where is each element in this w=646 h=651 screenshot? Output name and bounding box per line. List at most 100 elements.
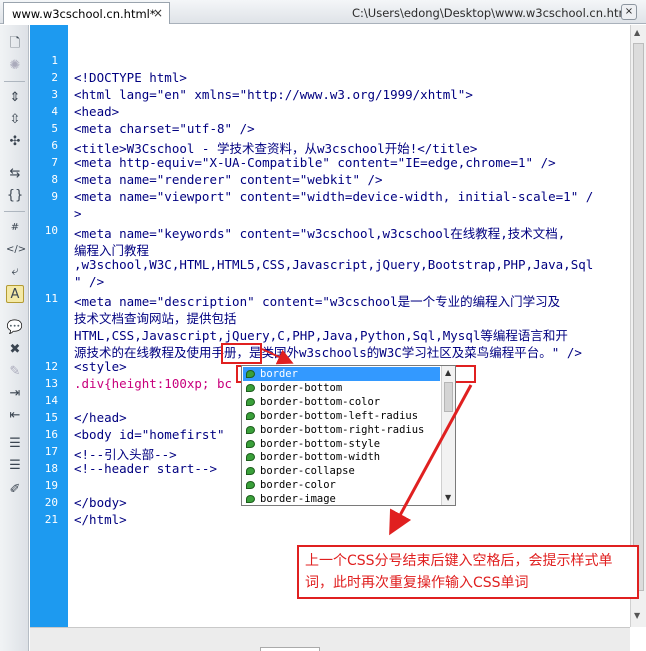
tab-file[interactable]: www.w3cschool.cn.html* × bbox=[3, 2, 170, 24]
line-number: 2 bbox=[51, 71, 58, 84]
line-number: 5 bbox=[51, 122, 58, 135]
tab-bar: www.w3cschool.cn.html* × C:\Users\edong\… bbox=[0, 0, 646, 24]
line-number: 3 bbox=[51, 88, 58, 101]
scroll-up-icon[interactable]: ▲ bbox=[445, 368, 451, 377]
indent-icon[interactable]: ⇥ bbox=[6, 385, 24, 403]
autocomplete-item-label: border-bottom-style bbox=[260, 437, 381, 450]
line-number: 14 bbox=[44, 394, 58, 407]
annotation-note: 上一个CSS分号结束后键入空格后，会提示样式单词，此时再次重复操作输入CSS单词 bbox=[297, 545, 639, 599]
code-line[interactable]: <meta http-equiv="X-UA-Compatible" conte… bbox=[74, 155, 556, 170]
code-line[interactable]: <meta name="viewport" content="width=dev… bbox=[74, 189, 593, 204]
uncomment-icon[interactable]: ✖ bbox=[6, 341, 24, 359]
autocomplete-scrollbar[interactable]: ▲ ▼ bbox=[441, 366, 455, 505]
autocomplete-item-label: border-bottom-color bbox=[260, 395, 381, 408]
line-number: 8 bbox=[51, 173, 58, 186]
code-line[interactable]: <style> bbox=[74, 359, 127, 374]
code-line[interactable]: <meta name="renderer" content="webkit" /… bbox=[74, 172, 383, 187]
code-line[interactable]: </html> bbox=[74, 512, 127, 527]
list-icon[interactable]: ☰ bbox=[6, 435, 24, 453]
outdent-icon[interactable]: ⇤ bbox=[6, 407, 24, 425]
code-line[interactable]: " /> bbox=[74, 274, 104, 289]
autocomplete-item[interactable]: border-collapse bbox=[243, 464, 440, 478]
highlight-icon[interactable]: A bbox=[6, 285, 24, 303]
horizontal-scrollbar[interactable] bbox=[30, 627, 630, 651]
property-icon bbox=[246, 467, 255, 476]
line-number: 17 bbox=[44, 445, 58, 458]
autocomplete-item[interactable]: border-bottom-color bbox=[243, 395, 440, 409]
property-icon bbox=[246, 425, 255, 434]
property-icon bbox=[246, 439, 255, 448]
autocomplete-item-label: border bbox=[260, 368, 298, 380]
gear-icon[interactable]: ✺ bbox=[6, 57, 24, 75]
scroll-up-icon[interactable]: ▲ bbox=[634, 28, 640, 37]
status-field bbox=[260, 647, 320, 651]
line-number: 12 bbox=[44, 360, 58, 373]
code-line[interactable]: > bbox=[74, 206, 82, 221]
toolbar-divider bbox=[4, 81, 25, 82]
autocomplete-item[interactable]: border bbox=[243, 367, 440, 381]
autocomplete-item-label: border-collapse bbox=[260, 465, 355, 478]
autocomplete-item[interactable]: border-bottom-right-radius bbox=[243, 423, 440, 437]
tab-close-icon[interactable]: × bbox=[153, 6, 163, 20]
line-number: 11 bbox=[44, 292, 58, 305]
autocomplete-item-label: border-color bbox=[260, 479, 336, 492]
window-close-icon[interactable]: × bbox=[621, 4, 637, 20]
line-number: 1 bbox=[51, 54, 58, 67]
property-icon bbox=[246, 453, 255, 462]
line-number: 21 bbox=[44, 513, 58, 526]
scrollbar-thumb[interactable] bbox=[444, 382, 453, 412]
autocomplete-item[interactable]: border-bottom-width bbox=[243, 450, 440, 464]
autocomplete-item[interactable]: border-bottom-left-radius bbox=[243, 409, 440, 423]
code-line[interactable]: <!DOCTYPE html> bbox=[74, 70, 187, 85]
line-number: 16 bbox=[44, 428, 58, 441]
autocomplete-item[interactable]: border-color bbox=[243, 478, 440, 492]
line-number: 7 bbox=[51, 156, 58, 169]
code-line[interactable]: .div{height:100xp; bc bbox=[74, 376, 232, 391]
code-line[interactable]: <meta charset="utf-8" /> bbox=[74, 121, 255, 136]
expand-icon[interactable]: ⇕ bbox=[6, 89, 24, 107]
code-editor[interactable]: <!DOCTYPE html> <html lang="en" xmlns="ht… bbox=[68, 25, 630, 627]
left-toolbar: 🗋 ✺ ⇕ ⇳ ✣ ⇆ {} # </> ⤶ A 💬 ✖ ✎ ⇥ ⇤ ☰ ☰ ✐ bbox=[0, 25, 29, 651]
code-line[interactable]: <body id="homefirst" bbox=[74, 427, 225, 442]
property-icon bbox=[246, 397, 255, 406]
tree-icon[interactable]: ✣ bbox=[6, 133, 24, 151]
property-icon bbox=[246, 495, 255, 504]
scroll-down-icon[interactable]: ▼ bbox=[634, 611, 640, 620]
line-number: 19 bbox=[44, 479, 58, 492]
file-path: C:\Users\edong\Desktop\www.w3cschool.cn.… bbox=[352, 6, 633, 20]
line-number: 10 bbox=[44, 224, 58, 237]
file-icon[interactable]: 🗋 bbox=[6, 35, 24, 53]
autocomplete-popup[interactable]: ▲ ▼ border border-bottom border-bottom-col… bbox=[241, 365, 456, 506]
autocomplete-item[interactable]: border-bottom-style bbox=[243, 437, 440, 451]
brush-icon[interactable]: ✐ bbox=[6, 481, 24, 499]
code-line[interactable]: <head> bbox=[74, 104, 119, 119]
pencil-icon[interactable]: ✎ bbox=[6, 363, 24, 381]
code-line[interactable]: ,w3school,W3C,HTML,HTML5,CSS,Javascript,… bbox=[74, 257, 593, 272]
code-line[interactable]: </head> bbox=[74, 410, 127, 425]
wrap-icon[interactable]: ⤶ bbox=[6, 263, 24, 281]
code-line[interactable]: <!--header start--> bbox=[74, 461, 217, 476]
scroll-down-icon[interactable]: ▼ bbox=[445, 493, 451, 502]
code-line[interactable]: 源技术的在线教程及使用手册，是类国外w3schools的W3C学习社区及菜鸟编程… bbox=[74, 342, 582, 361]
toolbar-divider bbox=[4, 211, 25, 212]
line-number: 6 bbox=[51, 139, 58, 152]
code-nav-icon[interactable]: ⇆ bbox=[6, 165, 24, 183]
tag-icon[interactable]: </> bbox=[6, 241, 26, 259]
list-icon[interactable]: ☰ bbox=[6, 457, 24, 475]
hash-icon[interactable]: # bbox=[6, 219, 24, 237]
typed-text-highlight bbox=[221, 343, 262, 364]
vertical-scrollbar[interactable]: ▲ ▼ bbox=[630, 25, 646, 627]
line-number: 20 bbox=[44, 496, 58, 509]
autocomplete-item[interactable]: border-bottom bbox=[243, 381, 440, 395]
autocomplete-item[interactable]: border-image bbox=[243, 492, 440, 506]
line-number: 4 bbox=[51, 105, 58, 118]
comment-icon[interactable]: 💬 bbox=[6, 319, 24, 337]
code-line[interactable]: <html lang="en" xmlns="http://www.w3.org… bbox=[74, 87, 473, 102]
autocomplete-item-label: border-image bbox=[260, 493, 336, 506]
autocomplete-item-label: border-bottom-left-radius bbox=[260, 409, 419, 422]
collapse-icon[interactable]: ⇳ bbox=[6, 111, 24, 129]
code-line[interactable]: </body> bbox=[74, 495, 127, 510]
braces-icon[interactable]: {} bbox=[6, 187, 24, 205]
line-number-gutter: 1 2 3 4 5 6 7 8 9 10 11 12 13 14 15 16 17 18 19 20 21 bbox=[30, 25, 68, 627]
scrollbar-thumb[interactable] bbox=[633, 43, 644, 591]
